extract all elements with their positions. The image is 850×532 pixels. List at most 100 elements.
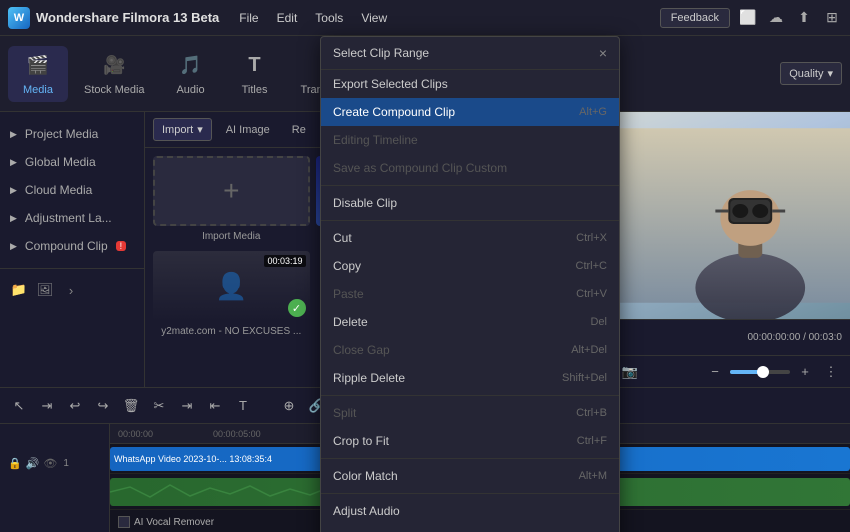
ctx-color-match[interactable]: Color Match Alt+M [321,462,619,490]
cursor-icon[interactable]: ↖ [8,395,30,417]
ctx-adjust-audio[interactable]: Adjust Audio [321,497,619,525]
clip1-label: y2mate.com - NO EXCUSES ... [153,323,310,340]
sidebar-item-global-media[interactable]: ▶ Global Media [0,148,144,176]
cut-icon[interactable]: ✂ [148,395,170,417]
menu-tools[interactable]: Tools [307,7,351,29]
sidebar-item-adjustment[interactable]: ▶ Adjustment La... [0,204,144,232]
tab-re[interactable]: Re [284,120,314,140]
undo-icon[interactable]: ↩ [64,395,86,417]
text-icon[interactable]: T [232,395,254,417]
zoom-in-icon[interactable]: + [794,361,816,383]
arrow-icon: ▶ [10,157,17,168]
media-item-clip1[interactable]: 👤 00:03:19 ✓ y2mate.com - NO EXCUSES ... [153,251,310,340]
ctx-ripple-delete-shortcut: Shift+Del [562,372,607,384]
eye-icon[interactable]: 👁 [43,457,57,470]
upload-icon[interactable]: ⬆ [794,8,814,28]
monitor-icon[interactable]: ⬜ [738,8,758,28]
split-left-icon[interactable]: ⇤ [204,395,226,417]
ctx-detach-audio[interactable]: Detach Audio Ctrl+Alt+D [321,525,619,532]
import-chevron: ▾ [197,123,203,136]
time-total: 00:03:0 [809,332,842,343]
sidebar-item-cloud-media[interactable]: ▶ Cloud Media [0,176,144,204]
tool-titles[interactable]: T Titles [225,46,285,102]
delete-icon[interactable]: 🗑 [120,395,142,417]
sidebar-item-compound-clip[interactable]: ▶ Compound Clip ! [0,232,144,260]
tool-media[interactable]: 🎬 Media [8,46,68,102]
folder-icon[interactable]: 📁 [10,281,28,299]
menu-bar: File Edit Tools View [231,7,395,29]
context-menu-close[interactable]: × [599,45,607,61]
split-right-icon[interactable]: ⇥ [176,395,198,417]
ctx-cut[interactable]: Cut Ctrl+X [321,224,619,252]
ctx-ripple-delete[interactable]: Ripple Delete Shift+Del [321,364,619,392]
ctx-copy[interactable]: Copy Ctrl+C [321,252,619,280]
ctx-color-match-label: Color Match [333,469,398,483]
context-menu-overlay: Select Clip Range × Export Selected Clip… [320,36,620,532]
time-current: 00:00:00:00 [747,332,800,343]
ctx-crop-to-fit-label: Crop to Fit [333,434,389,448]
media-thumb-clip1[interactable]: 👤 00:03:19 ✓ [153,251,310,321]
tool-audio[interactable]: 🎵 Audio [161,46,221,102]
ctx-divider-2 [321,220,619,221]
add-media-button[interactable]: + [153,156,310,226]
tool-titles-label: Titles [242,84,268,96]
ctx-disable-clip[interactable]: Disable Clip [321,189,619,217]
sidebar-cloud-media-label: Cloud Media [25,183,92,197]
tool-stock-media[interactable]: 🎥 Stock Media [72,46,157,102]
ai-vocal-label: AI Vocal Remover [134,517,214,528]
compound-clip-badge: ! [116,241,127,251]
ctx-save-compound: Save as Compound Clip Custom [321,154,619,182]
magnet-icon[interactable]: ⊕ [278,395,300,417]
media-icon: 🎬 [24,52,52,80]
ctx-divider-3 [321,395,619,396]
sidebar-item-project-media[interactable]: ▶ Project Media [0,120,144,148]
tool-audio-label: Audio [176,84,204,96]
ctx-cut-label: Cut [333,231,352,245]
ruler-mark-1: 00:00:05:00 [213,429,261,439]
arrow-icon: ▶ [10,213,17,224]
import-button[interactable]: Import ▾ [153,118,212,141]
track-label-audio [4,478,105,504]
ctx-color-match-shortcut: Alt+M [579,470,607,482]
zoom-out-icon[interactable]: − [704,361,726,383]
top-bar: W Wondershare Filmora 13 Beta File Edit … [0,0,850,36]
ruler-mark-0: 00:00:00 [118,429,153,439]
import-label: Import [162,124,193,136]
more-icon[interactable]: ⋮ [820,361,842,383]
grid-icon[interactable]: ⊞ [822,8,842,28]
lock-icon[interactable]: 🔒 [8,457,22,470]
speaker-icon[interactable]: 🔊 [26,457,40,470]
track-label-1: 🔒 🔊 👁 1 [4,450,105,476]
ctx-create-compound[interactable]: Create Compound Clip Alt+G [321,98,619,126]
camera-icon[interactable]: 📷 [619,361,641,383]
ctx-delete[interactable]: Delete Del [321,308,619,336]
cloud-icon[interactable]: ☁ [766,8,786,28]
ctx-divider-4 [321,458,619,459]
ctx-editing-timeline: Editing Timeline [321,126,619,154]
ctx-crop-to-fit[interactable]: Crop to Fit Ctrl+F [321,427,619,455]
menu-edit[interactable]: Edit [269,7,306,29]
quality-select[interactable]: Quality ▾ [780,62,842,85]
tool-stock-media-label: Stock Media [84,84,145,96]
import-media-label: Import Media [153,228,310,245]
tool-media-label: Media [23,84,53,96]
ctx-close-gap-shortcut: Alt+Del [571,344,607,356]
video-clip-label: WhatsApp Video 2023-10-... 13:08:35:4 [114,454,272,464]
ctx-delete-label: Delete [333,315,368,329]
ai-vocal-checkbox[interactable] [118,516,130,528]
menu-file[interactable]: File [231,7,266,29]
ctx-copy-label: Copy [333,259,361,273]
ctx-paste: Paste Ctrl+V [321,280,619,308]
sidebar-bottom: 📁 🖼 › [0,268,144,303]
ripple-icon[interactable]: ⇥ [36,395,58,417]
image-icon[interactable]: 🖼 [36,281,54,299]
ctx-export-selected[interactable]: Export Selected Clips [321,70,619,98]
redo-icon[interactable]: ↪ [92,395,114,417]
menu-view[interactable]: View [353,7,395,29]
feedback-button[interactable]: Feedback [660,8,730,28]
tab-ai-image[interactable]: AI Image [218,120,278,140]
ctx-split: Split Ctrl+B [321,399,619,427]
chevron-right-icon[interactable]: › [62,281,80,299]
sidebar-icon-row: 📁 🖼 › [0,277,144,303]
volume-slider[interactable] [730,370,790,374]
